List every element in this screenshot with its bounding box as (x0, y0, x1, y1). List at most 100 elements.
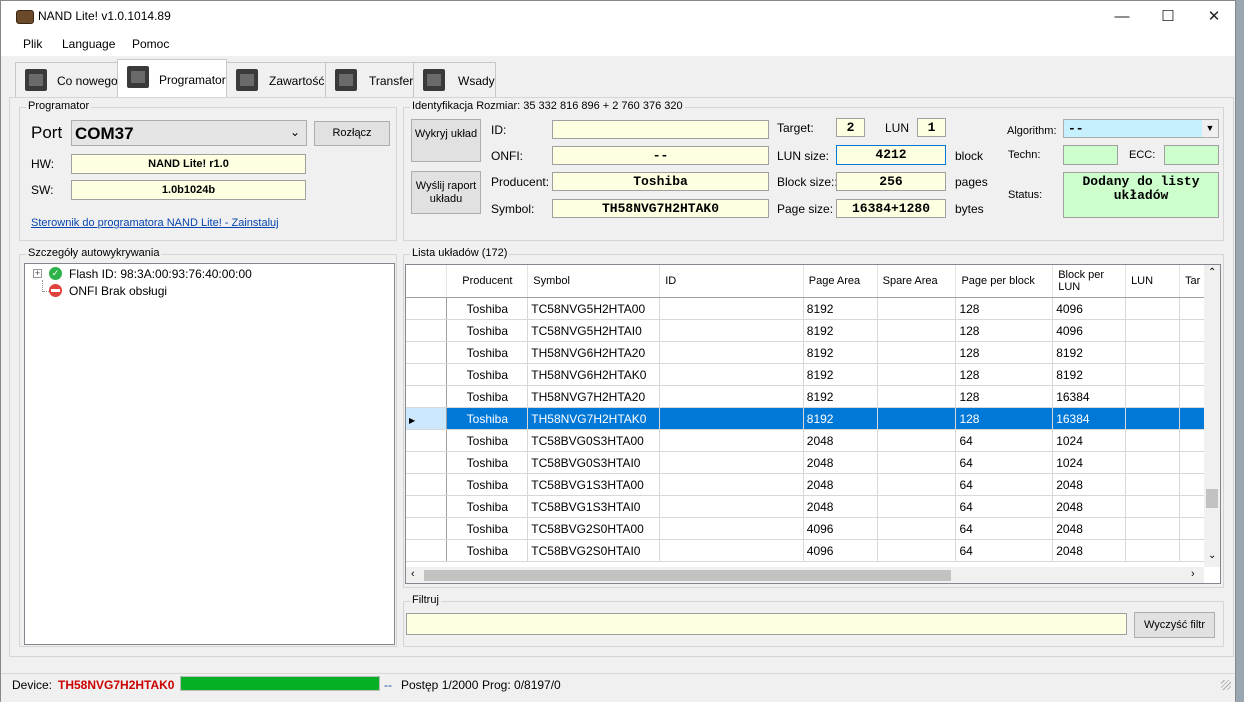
tree-item-flash-id[interactable]: Flash ID: 98:3A:00:93:76:40:00:00 (69, 267, 252, 281)
menu-language[interactable]: Language (62, 37, 115, 51)
table-cell[interactable]: Toshiba (446, 495, 529, 518)
table-cell[interactable] (877, 363, 957, 386)
table-cell[interactable]: Toshiba (446, 407, 529, 430)
scroll-left-icon[interactable]: ‹ (411, 568, 415, 580)
table-cell[interactable]: TC58BVG0S3HTAI0 (527, 451, 661, 474)
table-cell[interactable]: 64 (955, 429, 1054, 452)
table-cell[interactable] (877, 495, 957, 518)
table-cell[interactable] (877, 407, 957, 430)
table-cell[interactable]: Toshiba (446, 473, 529, 496)
table-cell[interactable]: 2048 (803, 495, 878, 518)
tree-item-onfi[interactable]: ONFI Brak obsługi (69, 284, 167, 298)
table-row[interactable]: Toshiba TC58NVG5H2HTA00 8192 128 4096 (406, 297, 1220, 320)
table-cell[interactable] (1125, 429, 1180, 452)
column-header[interactable]: Page Area (803, 265, 878, 298)
table-cell[interactable]: 8192 (803, 297, 878, 320)
table-cell[interactable]: 8192 (803, 407, 878, 430)
send-report-button[interactable]: Wyślij raport układu (411, 171, 481, 214)
table-cell[interactable] (877, 297, 957, 320)
menu-plik[interactable]: Plik (23, 37, 42, 51)
table-cell[interactable]: 128 (955, 297, 1054, 320)
table-row[interactable]: Toshiba TC58BVG2S0HTA00 4096 64 2048 (406, 517, 1220, 540)
tab-zawartosc[interactable]: Zawartość (226, 62, 326, 97)
expand-icon[interactable]: + (33, 269, 42, 278)
table-cell[interactable] (659, 495, 804, 518)
table-cell[interactable]: Toshiba (446, 341, 529, 364)
horizontal-scrollbar[interactable]: ‹ › (406, 567, 1204, 583)
tab-wsady[interactable]: Wsady (413, 62, 496, 97)
table-cell[interactable] (1125, 473, 1180, 496)
table-cell[interactable] (659, 363, 804, 386)
column-header[interactable]: Producent (446, 265, 529, 298)
close-icon[interactable]: ✕ (1191, 1, 1237, 32)
table-cell[interactable] (1125, 319, 1180, 342)
table-cell[interactable] (1125, 495, 1180, 518)
table-cell[interactable] (877, 473, 957, 496)
detect-chip-button[interactable]: Wykryj układ (411, 119, 481, 162)
table-cell[interactable] (877, 517, 957, 540)
table-cell[interactable] (877, 451, 957, 474)
row-header[interactable] (406, 319, 448, 342)
table-cell[interactable]: 64 (955, 473, 1054, 496)
autodetect-tree[interactable]: + ✓ Flash ID: 98:3A:00:93:76:40:00:00 ON… (24, 263, 395, 645)
table-cell[interactable] (877, 429, 957, 452)
table-cell[interactable] (659, 451, 804, 474)
row-header[interactable] (406, 473, 448, 496)
table-cell[interactable]: 4096 (1052, 297, 1127, 320)
scroll-right-icon[interactable]: › (1191, 568, 1195, 580)
table-cell[interactable]: 2048 (1052, 495, 1127, 518)
table-row[interactable]: Toshiba TC58BVG0S3HTA00 2048 64 1024 (406, 429, 1220, 452)
table-cell[interactable] (1125, 297, 1180, 320)
table-cell[interactable]: 16384 (1052, 407, 1127, 430)
table-cell[interactable]: Toshiba (446, 297, 529, 320)
table-cell[interactable]: 4096 (1052, 319, 1127, 342)
table-cell[interactable] (1125, 363, 1180, 386)
table-row[interactable]: Toshiba TC58BVG2S0HTAI0 4096 64 2048 (406, 539, 1220, 562)
tab-programator[interactable]: Programator (117, 59, 227, 98)
table-row[interactable]: Toshiba TH58NVG6H2HTAK0 8192 128 8192 (406, 363, 1220, 386)
table-cell[interactable]: 8192 (1052, 363, 1127, 386)
table-cell[interactable]: TC58NVG5H2HTA00 (527, 297, 661, 320)
scroll-thumb[interactable] (424, 570, 951, 581)
table-cell[interactable] (877, 385, 957, 408)
table-cell[interactable] (877, 319, 957, 342)
table-row[interactable]: Toshiba TH58NVG6H2HTA20 8192 128 8192 (406, 341, 1220, 364)
lun-size-field[interactable]: 4212 (836, 145, 946, 165)
column-header[interactable]: LUN (1125, 265, 1180, 298)
table-cell[interactable]: TC58BVG1S3HTA00 (527, 473, 661, 496)
table-cell[interactable]: 8192 (1052, 341, 1127, 364)
table-cell[interactable]: TC58BVG1S3HTAI0 (527, 495, 661, 518)
table-cell[interactable] (1125, 385, 1180, 408)
tab-transfer[interactable]: Transfer (325, 62, 414, 97)
table-cell[interactable]: 128 (955, 407, 1054, 430)
row-header[interactable] (406, 451, 448, 474)
table-cell[interactable]: TH58NVG7H2HTA20 (527, 385, 661, 408)
vertical-scrollbar[interactable]: ⌃ ⌄ (1204, 265, 1220, 567)
table-row[interactable]: Toshiba TC58BVG1S3HTA00 2048 64 2048 (406, 473, 1220, 496)
table-cell[interactable]: 2048 (1052, 517, 1127, 540)
scroll-thumb[interactable] (1206, 489, 1218, 508)
table-row[interactable]: Toshiba TC58BVG1S3HTAI0 2048 64 2048 (406, 495, 1220, 518)
table-cell[interactable]: 8192 (803, 341, 878, 364)
table-cell[interactable]: 128 (955, 341, 1054, 364)
table-row[interactable]: Toshiba TC58BVG0S3HTAI0 2048 64 1024 (406, 451, 1220, 474)
scroll-up-icon[interactable]: ⌃ (1208, 267, 1216, 278)
table-cell[interactable]: 4096 (803, 517, 878, 540)
row-header[interactable] (406, 429, 448, 452)
table-cell[interactable] (877, 341, 957, 364)
table-cell[interactable] (659, 297, 804, 320)
table-cell[interactable]: 128 (955, 385, 1054, 408)
row-header[interactable] (406, 517, 448, 540)
table-row[interactable]: ▶ Toshiba TH58NVG7H2HTAK0 8192 128 16384 (406, 407, 1220, 430)
table-cell[interactable]: TH58NVG7H2HTAK0 (527, 407, 661, 430)
table-cell[interactable]: 64 (955, 495, 1054, 518)
table-cell[interactable]: 2048 (803, 429, 878, 452)
maximize-icon[interactable]: ☐ (1145, 1, 1191, 32)
minimize-icon[interactable]: — (1099, 1, 1145, 32)
resize-grip[interactable] (1221, 680, 1231, 690)
table-row[interactable]: Toshiba TH58NVG7H2HTA20 8192 128 16384 (406, 385, 1220, 408)
table-cell[interactable]: 128 (955, 319, 1054, 342)
column-header[interactable]: Block per LUN (1052, 265, 1127, 298)
table-cell[interactable] (659, 539, 804, 562)
table-row[interactable]: Toshiba TC58NVG5H2HTAI0 8192 128 4096 (406, 319, 1220, 342)
